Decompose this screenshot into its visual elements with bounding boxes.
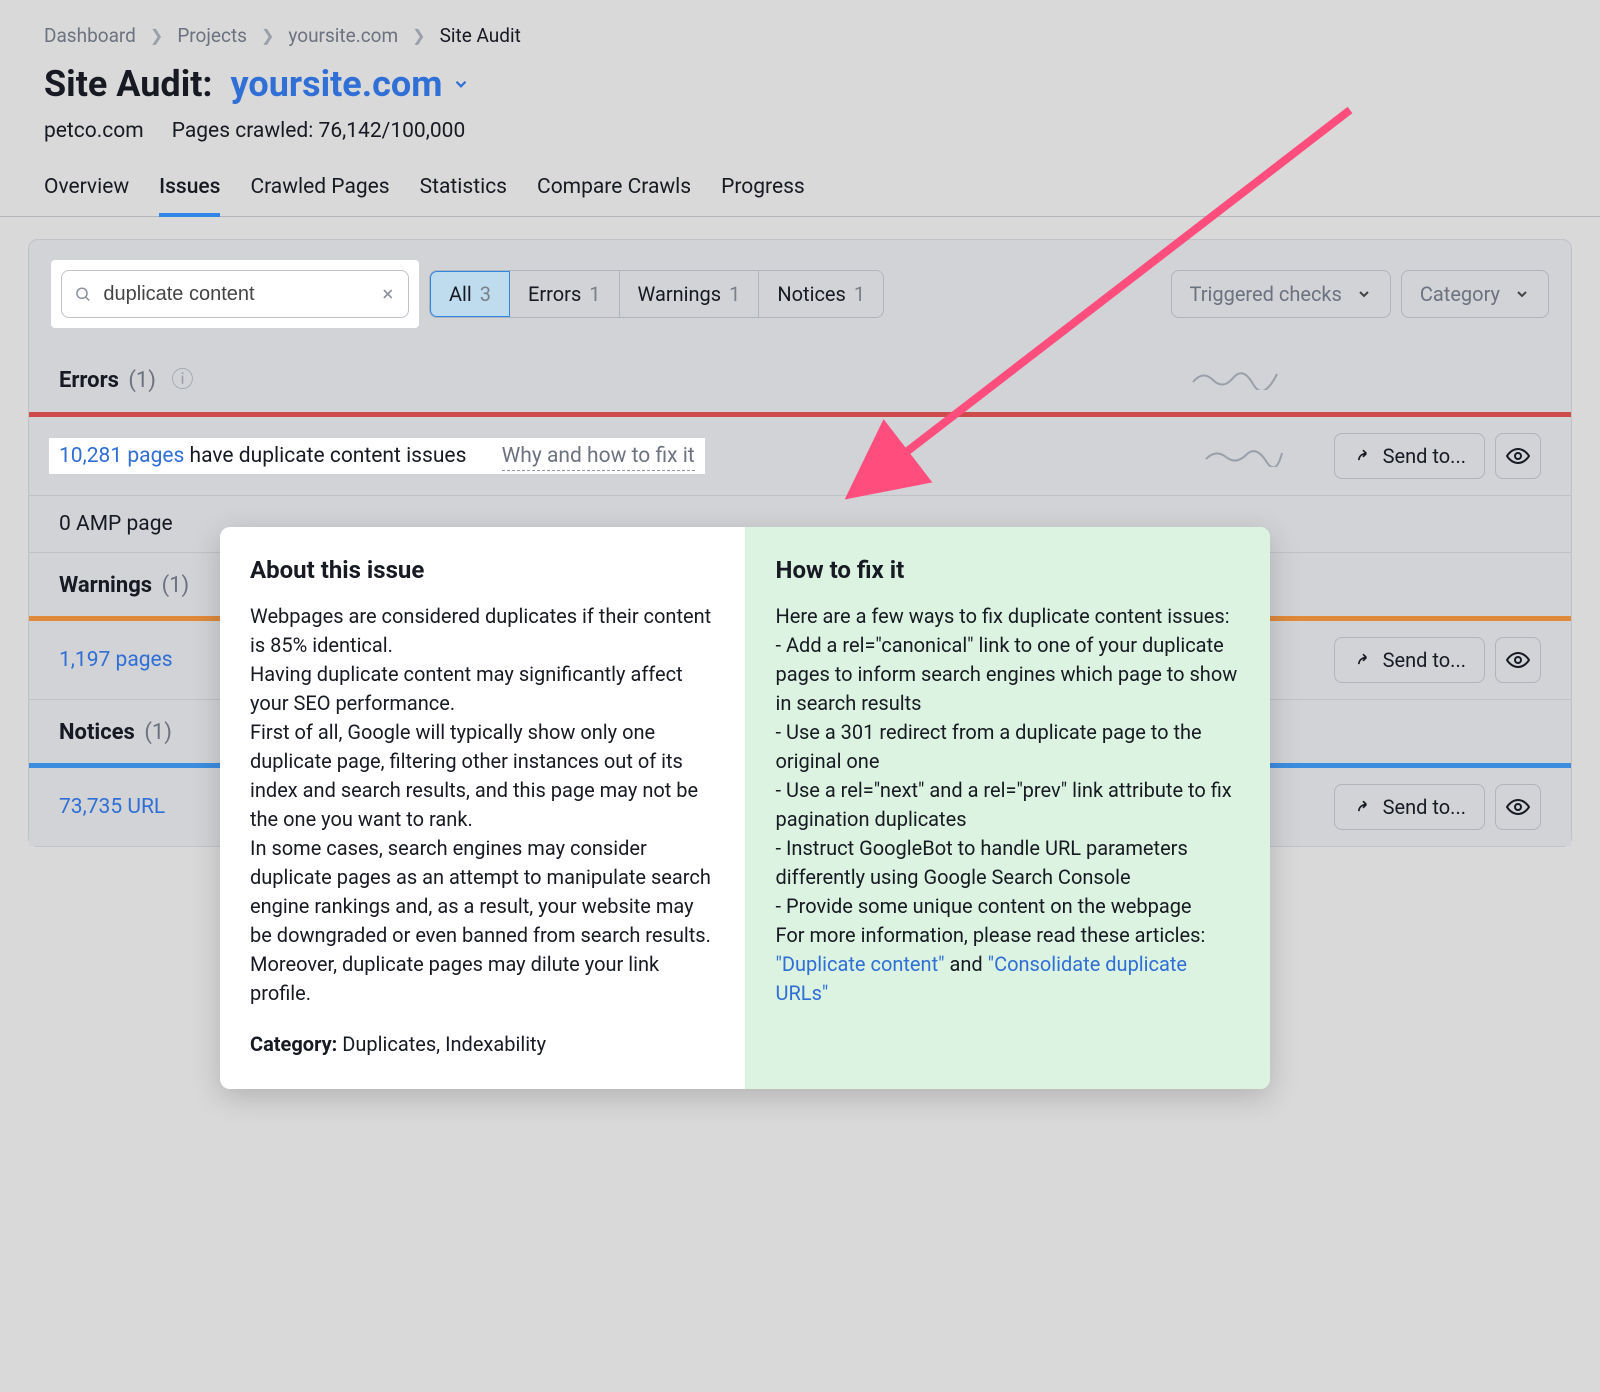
link-duplicate-content[interactable]: "Duplicate content" [776,952,945,976]
section-count: (1) [144,720,172,745]
seg-label: Errors [528,282,581,306]
seg-count: 1 [589,282,600,306]
search-highlight [51,260,419,328]
crumb-site[interactable]: yoursite.com [288,24,398,47]
tab-crawled-pages[interactable]: Crawled Pages [250,175,389,216]
about-title: About this issue [250,553,715,588]
chevron-right-icon: ❯ [412,26,425,45]
breadcrumb: Dashboard ❯ Projects ❯ yoursite.com ❯ Si… [0,0,1600,47]
section-label: Warnings [59,573,152,598]
eye-icon [1506,795,1530,819]
share-icon [1353,650,1373,670]
clear-icon[interactable] [380,285,396,303]
category-line: Category: Duplicates, Indexability [250,1030,715,1059]
tab-compare-crawls[interactable]: Compare Crawls [537,175,691,216]
crawled-label: Pages crawled: 76,142/100,000 [172,119,466,143]
chevron-right-icon: ❯ [261,26,274,45]
view-button[interactable] [1495,433,1541,479]
section-label: Notices [59,720,135,745]
pages-link[interactable]: 10,281 pages [59,444,184,468]
fix-more-text: For more information, please read these … [776,923,1206,947]
dd-label: Category [1420,282,1500,306]
seg-all[interactable]: All 3 [429,270,511,318]
fix-intro: Here are a few ways to fix duplicate con… [776,602,1241,631]
tabs: Overview Issues Crawled Pages Statistics… [0,143,1600,217]
fix-column: How to fix it Here are a few ways to fix… [746,527,1271,1089]
seg-count: 1 [854,282,865,306]
crumb-current: Site Audit [440,24,521,47]
domain-label: petco.com [44,119,144,143]
send-label: Send to... [1383,648,1466,672]
tab-statistics[interactable]: Statistics [420,175,507,216]
type-filter: All 3 Errors 1 Warnings 1 Notices 1 [429,270,884,318]
send-to-button[interactable]: Send to... [1334,784,1485,830]
fix-item: - Use a 301 redirect from a duplicate pa… [776,718,1241,776]
fix-more: For more information, please read these … [776,921,1241,1008]
why-link[interactable]: Why and how to fix it [502,444,695,471]
issue-text: have duplicate content issues [184,444,466,468]
share-icon [1353,797,1373,817]
seg-count: 1 [729,282,740,306]
chevron-right-icon: ❯ [150,26,163,45]
crumb-dashboard[interactable]: Dashboard [44,24,136,47]
issue-row-duplicate-content[interactable]: 10,281 pages have duplicate content issu… [29,417,1571,496]
fix-item: - Add a rel="canonical" link to one of y… [776,631,1241,718]
section-label: Errors [59,368,119,393]
section-count: (1) [162,573,190,598]
sparkline-icon [1191,366,1281,390]
send-label: Send to... [1383,795,1466,819]
view-button[interactable] [1495,637,1541,683]
seg-errors[interactable]: Errors 1 [510,271,619,317]
chevron-down-icon [452,75,470,93]
search-box[interactable] [61,270,409,318]
dd-label: Triggered checks [1190,282,1342,306]
filter-row: All 3 Errors 1 Warnings 1 Notices 1 Trig… [29,252,1571,342]
page-title: Site Audit: [44,63,213,105]
send-label: Send to... [1383,444,1466,468]
search-input[interactable] [103,283,368,306]
eye-icon [1506,444,1530,468]
section-count: (1) [128,368,156,393]
category-label: Category: [250,1032,337,1056]
info-icon[interactable]: ⓘ [171,368,193,393]
seg-label: Notices [777,282,845,306]
seg-count: 3 [480,282,491,306]
fix-item: - Instruct GoogleBot to handle URL param… [776,834,1241,892]
page-title-row: Site Audit: yoursite.com [0,47,1600,105]
section-errors-header: Errors (1) ⓘ [29,342,1571,412]
site-name: yoursite.com [231,63,443,105]
about-column: About this issue Webpages are considered… [220,527,746,1089]
site-dropdown[interactable]: yoursite.com [231,63,471,105]
fix-title: How to fix it [776,553,1241,588]
fix-item: - Provide some unique content on the web… [776,892,1241,921]
chevron-down-icon [1514,286,1530,302]
pages-link[interactable]: 73,735 URL [59,795,165,819]
sparkline-icon [1204,445,1284,467]
category-dropdown[interactable]: Category [1401,270,1549,318]
issue-help-popover: About this issue Webpages are considered… [220,527,1270,1089]
issue-text: 0 AMP page [59,512,173,536]
pages-link[interactable]: 1,197 pages [59,648,173,672]
tab-issues[interactable]: Issues [159,175,220,217]
sub-info: petco.com Pages crawled: 76,142/100,000 [0,105,1600,143]
view-button[interactable] [1495,784,1541,830]
seg-warnings[interactable]: Warnings 1 [620,271,760,317]
about-body: Webpages are considered duplicates if th… [250,602,715,1008]
tab-progress[interactable]: Progress [721,175,805,216]
search-icon [74,284,91,304]
triggered-checks-dropdown[interactable]: Triggered checks [1171,270,1391,318]
send-to-button[interactable]: Send to... [1334,637,1485,683]
crumb-projects[interactable]: Projects [177,24,247,47]
share-icon [1353,446,1373,466]
seg-notices[interactable]: Notices 1 [759,271,883,317]
fix-item: - Use a rel="next" and a rel="prev" link… [776,776,1241,834]
seg-label: All [449,282,472,306]
chevron-down-icon [1356,286,1372,302]
fix-and: and [945,952,988,976]
tab-overview[interactable]: Overview [44,175,129,216]
category-value: Duplicates, Indexability [337,1032,546,1056]
eye-icon [1506,648,1530,672]
send-to-button[interactable]: Send to... [1334,433,1485,479]
seg-label: Warnings [638,282,722,306]
